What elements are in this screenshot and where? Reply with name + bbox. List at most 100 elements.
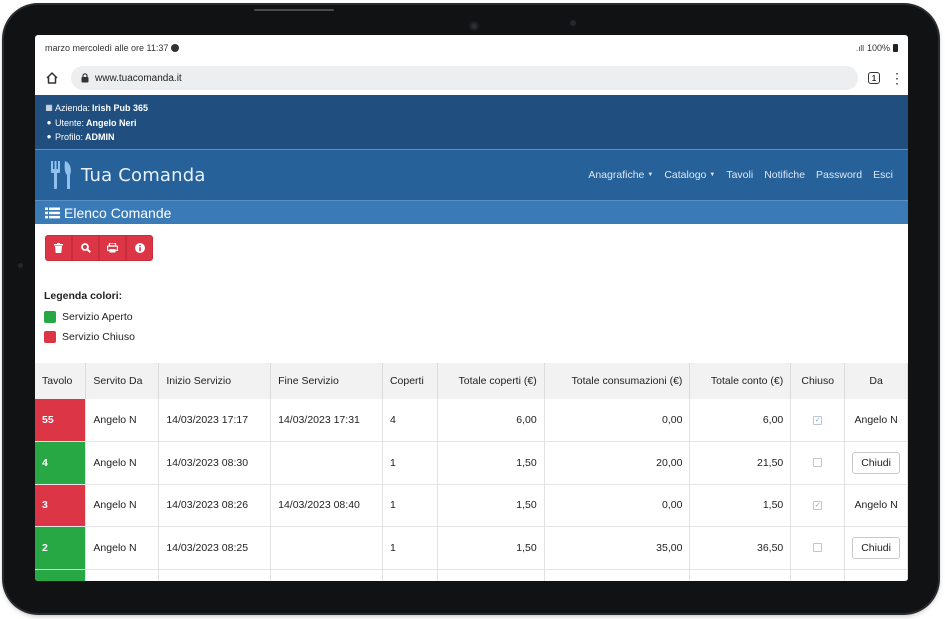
profilo-row: ● Profilo: ADMIN xyxy=(45,130,898,145)
cell-da: Chiudi xyxy=(844,526,908,570)
battery-level: 100% xyxy=(866,43,890,53)
cell-fine: 14/03/2023 17:31 xyxy=(270,399,383,442)
open-swatch xyxy=(44,311,56,323)
utente-row: ● Utente: Angelo Neri xyxy=(45,116,898,131)
user-icon: ● xyxy=(46,117,52,127)
side-sensor xyxy=(18,263,23,268)
nav-links: Anagrafiche ▼ Catalogo ▼ Tavoli Notifiche … xyxy=(588,169,893,181)
cell-chiuso xyxy=(790,526,846,570)
cell-tot-conto: 6,00 xyxy=(689,399,792,442)
page-title: Elenco Comande xyxy=(64,204,172,221)
nav-anagrafiche[interactable]: Anagrafiche ▼ xyxy=(588,169,653,181)
section-header: Elenco Comande xyxy=(35,201,908,224)
info-bar: ▦ Azienda: Irish Pub 365 ● Utente: Angel… xyxy=(35,95,908,149)
cell-inizio: 14/03/2023 17:17 xyxy=(158,399,272,442)
print-button[interactable] xyxy=(99,235,126,261)
cutlery-icon xyxy=(51,161,71,189)
nav-password[interactable]: Password xyxy=(816,169,862,181)
closed-checkbox xyxy=(813,543,823,553)
cell-fine xyxy=(270,526,383,570)
cell-inizio: 14/03/2023 08:25 xyxy=(158,526,272,570)
table-row[interactable]: 2 Angelo N 14/03/2023 08:25 1 1,50 35,00… xyxy=(35,526,908,570)
info-icon xyxy=(134,243,145,253)
table-header-row: Tavolo Servito Da Inizio Servizio Fine S… xyxy=(35,363,908,399)
cell-tot-coperti: 1,50 xyxy=(437,441,545,485)
lock-icon xyxy=(81,73,89,83)
cell-tot-conto: 1,50 xyxy=(689,484,792,527)
tab-count: 1 xyxy=(871,73,877,83)
closed-checkbox xyxy=(813,458,823,468)
cell-inizio: 14/03/2023 08:26 xyxy=(158,484,272,527)
nav-catalogo[interactable]: Catalogo ▼ xyxy=(664,169,715,181)
nav-esci[interactable]: Esci xyxy=(873,169,893,181)
notification-icon xyxy=(171,44,180,52)
cell-empty xyxy=(382,569,438,581)
profilo-value: ADMIN xyxy=(85,132,115,142)
search-button[interactable] xyxy=(72,235,99,261)
chiudi-button[interactable]: Chiudi xyxy=(852,536,900,559)
cell-tot-conto: 36,50 xyxy=(689,526,792,570)
nav-catalogo-label: Catalogo xyxy=(664,169,707,181)
cell-servito-da: Angelo N xyxy=(85,484,160,527)
legend-title: Legenda colori: xyxy=(44,290,123,302)
home-icon[interactable] xyxy=(43,69,61,87)
cell-tot-coperti: 1,50 xyxy=(437,484,545,527)
utente-label: Utente: xyxy=(55,117,85,128)
legend-open: Servizio Aperto xyxy=(44,307,135,327)
col-tot-conto[interactable]: Totale conto (€) xyxy=(689,363,792,399)
cell-tot-coperti: 6,00 xyxy=(437,399,545,442)
brand[interactable]: Tua Comanda xyxy=(49,160,206,190)
cell-chiuso: ✓ xyxy=(790,399,846,442)
delete-button[interactable] xyxy=(45,235,72,261)
search-icon xyxy=(80,243,91,253)
cell-empty xyxy=(790,569,846,581)
col-servito-da[interactable]: Servito Da xyxy=(85,363,160,399)
url-bar[interactable]: www.tuacomanda.it xyxy=(71,66,858,90)
chiudi-button[interactable]: Chiudi xyxy=(852,451,900,474)
col-fine[interactable]: Fine Servizio xyxy=(270,363,383,399)
col-tot-coperti[interactable]: Totale coperti (€) xyxy=(437,363,545,399)
col-tavolo[interactable]: Tavolo xyxy=(35,363,87,399)
menu-kebab-icon[interactable]: ⋮ xyxy=(890,71,904,85)
cell-fine: 14/03/2023 08:40 xyxy=(270,484,383,527)
col-chiuso[interactable]: Chiuso xyxy=(790,363,846,399)
cell-chiuso: ✓ xyxy=(790,484,846,527)
cell-tot-consumazioni: 0,00 xyxy=(544,484,691,527)
closed-checkbox-checked: ✓ xyxy=(813,500,823,510)
cell-empty xyxy=(158,569,272,581)
cell-empty xyxy=(689,569,792,581)
table-row[interactable]: 55 Angelo N 14/03/2023 17:17 14/03/2023 … xyxy=(35,399,908,442)
cell-empty xyxy=(844,569,908,581)
info-button[interactable] xyxy=(126,235,153,261)
nav-tavoli[interactable]: Tavoli xyxy=(726,169,753,181)
action-toolbar xyxy=(45,235,153,261)
cell-tavolo: 4 xyxy=(35,441,87,485)
cell-tavolo xyxy=(35,569,87,581)
orders-table: Tavolo Servito Da Inizio Servizio Fine S… xyxy=(35,363,908,581)
building-icon: ▦ xyxy=(45,103,53,112)
col-da[interactable]: Da xyxy=(844,363,908,399)
cell-empty xyxy=(85,569,160,581)
tabs-icon[interactable]: 1 xyxy=(868,72,880,84)
nav-notifiche[interactable]: Notifiche xyxy=(764,169,805,181)
cell-da: Angelo N xyxy=(844,399,908,442)
col-coperti[interactable]: Coperti xyxy=(382,363,438,399)
status-bar: marzo mercoledì alle ore 11:37 .ıll 100% xyxy=(35,35,908,61)
cell-tot-consumazioni: 35,00 xyxy=(544,526,691,570)
browser-bar: www.tuacomanda.it 1 ⋮ xyxy=(35,61,908,95)
col-tot-consumazioni[interactable]: Totale consumazioni (€) xyxy=(544,363,691,399)
cell-servito-da: Angelo N xyxy=(85,399,160,442)
table-row[interactable]: 4 Angelo N 14/03/2023 08:30 1 1,50 20,00… xyxy=(35,441,908,485)
col-inizio[interactable]: Inizio Servizio xyxy=(158,363,272,399)
print-icon xyxy=(107,243,118,253)
cell-servito-da: Angelo N xyxy=(85,526,160,570)
legend-open-label: Servizio Aperto xyxy=(62,311,133,323)
cell-tot-consumazioni: 0,00 xyxy=(544,399,691,442)
cell-tot-coperti: 1,50 xyxy=(437,526,545,570)
battery-icon xyxy=(893,44,898,52)
trash-icon xyxy=(54,243,63,253)
cell-da: Chiudi xyxy=(844,441,908,485)
table-row[interactable]: 3 Angelo N 14/03/2023 08:26 14/03/2023 0… xyxy=(35,484,908,527)
cell-tavolo: 2 xyxy=(35,526,87,570)
cell-tavolo: 3 xyxy=(35,484,87,527)
